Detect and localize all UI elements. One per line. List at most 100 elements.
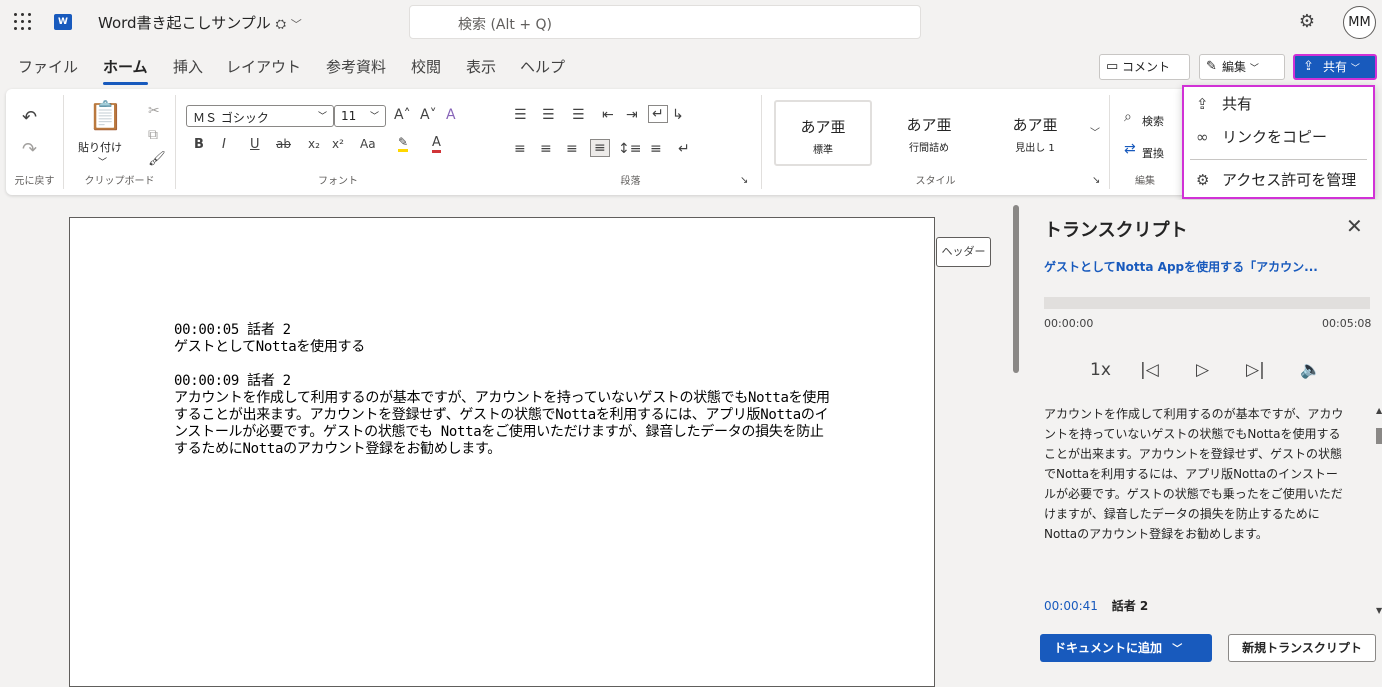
transcript-scrollbar[interactable]: ▲ ▼ [1376,400,1382,615]
app-launcher-icon[interactable] [14,13,32,31]
tab-file[interactable]: ファイル [18,56,78,77]
font-name-select[interactable]: ＭＳ ゴシック ﹀ [186,105,334,127]
style-normal[interactable]: あア亜 標準 [774,100,872,166]
word-logo-icon: W [54,14,72,30]
playback-speed-button[interactable]: 1x [1090,360,1111,380]
format-painter-icon[interactable]: 🖌 [148,151,166,167]
volume-icon[interactable]: 🔈 [1300,360,1321,380]
skip-back-icon[interactable]: |◁ [1140,360,1159,380]
rtl-icon[interactable]: ↳ [672,107,684,123]
tab-help[interactable]: ヘルプ [520,56,565,77]
ribbon: ↶ ↷ 元に戻す 📋 貼り付け ﹀ ✂ ⧉ 🖌 クリップボード フォント ＭＳ … [6,89,1373,195]
replace-icon[interactable]: ⇄ [1124,141,1136,157]
skip-forward-icon[interactable]: ▷| [1246,360,1265,380]
tab-insert[interactable]: 挿入 [173,56,203,77]
superscript-icon[interactable]: x² [332,137,344,151]
paragraph-spacing-icon[interactable]: ≡ [650,141,662,157]
entry-timestamp[interactable]: 00:00:41 [1044,599,1098,613]
increase-indent-icon[interactable]: ⇥ [626,107,638,123]
chevron-down-icon[interactable]: ﹀ [1090,124,1100,139]
copy-icon[interactable]: ⧉ [148,127,158,143]
cloud-sync-icon: ⛭ [275,17,286,32]
pane-title: トランスクリプト [1044,220,1188,241]
share-button[interactable]: ⇪ 共有 ﹀ [1293,54,1377,80]
menu-divider [1190,159,1367,160]
align-center-icon[interactable]: ≡ [540,141,552,157]
search-icon[interactable]: ⌕ [1124,109,1132,125]
undo-icon[interactable]: ↶ [22,107,37,128]
decrease-indent-icon[interactable]: ⇤ [602,107,614,123]
share-icon: ⇪ [1303,59,1314,74]
font-color-icon[interactable]: A [432,135,441,153]
gear-icon: ⚙ [1196,171,1210,189]
playback-progress-bar[interactable] [1044,297,1370,309]
tab-references[interactable]: 参考資料 [326,56,386,77]
pencil-icon: ✎ [1206,59,1217,74]
edit-mode-button[interactable]: ✎ 編集 ﹀ [1199,54,1285,80]
redo-icon[interactable]: ↷ [22,139,37,160]
dialog-launcher-icon[interactable]: ↘ [1092,175,1100,186]
cut-icon[interactable]: ✂ [148,103,160,119]
strikethrough-icon[interactable]: ab [276,137,291,151]
grow-font-icon[interactable]: A˄ [394,107,411,123]
settings-gear-icon[interactable]: ⚙ [1296,11,1318,33]
clear-formatting-icon[interactable]: A [446,107,456,123]
comment-button[interactable]: ▭ コメント [1099,54,1190,80]
document-title[interactable]: Word書き起こしサンプル ⛭ ﹀ [98,12,302,33]
numbering-icon[interactable]: ☰ [542,107,555,123]
recording-title[interactable]: ゲストとしてNotta Appを使用する「アカウン... [1044,258,1318,275]
chevron-down-icon: ﹀ [290,18,302,31]
header-tag[interactable]: ヘッダー [936,237,991,267]
tab-review[interactable]: 校閲 [411,56,441,77]
close-icon[interactable]: ✕ [1346,214,1363,238]
doc-paragraph: 00:00:09 話者 2 アカウントを作成して利用するのが基本ですが、アカウン… [174,373,830,457]
document-scrollbar[interactable] [1013,205,1019,373]
share-dropdown-menu: ⇪ 共有 ∞ リンクをコピー ⚙ アクセス許可を管理 [1182,85,1375,199]
line-spacing-icon[interactable]: ↕≡ [618,141,641,157]
style-heading-1[interactable]: あア亜 見出し 1 [986,100,1084,166]
change-case-icon[interactable]: Aa [360,137,376,151]
style-gallery: あア亜 標準 あア亜 行間詰め あア亜 見出し 1 ﹀ [772,100,1104,166]
tab-layout[interactable]: レイアウト [226,56,301,77]
tab-home[interactable]: ホーム [103,56,148,85]
ltr-icon[interactable]: ↵ [648,105,668,123]
manage-access-menu-item[interactable]: ⚙ アクセス許可を管理 [1184,165,1373,195]
add-to-document-button[interactable]: ドキュメントに追加 ﹀ [1040,634,1212,662]
title-bar: W Word書き起こしサンプル ⛭ ﹀ 検索 (Alt + Q) ⚙ MM [0,0,1382,46]
italic-icon[interactable]: I [222,137,226,152]
justify-icon[interactable]: ≡ [590,139,610,157]
transcript-pane: トランスクリプト ✕ ゲストとしてNotta Appを使用する「アカウン... … [1024,200,1382,677]
tab-view[interactable]: 表示 [466,56,496,77]
chevron-down-icon: ﹀ [1172,644,1183,655]
clipboard-group: 📋 貼り付け ﹀ ✂ ⧉ 🖌 クリップボード [64,95,176,189]
bullets-icon[interactable]: ☰ [514,107,527,123]
editing-group: ⌕ 検索 ⇄ 置換 編集 [1124,109,1164,187]
align-left-icon[interactable]: ≡ [514,141,526,157]
dialog-launcher-icon[interactable]: ↘ [740,175,748,186]
highlight-icon[interactable]: ✎ [398,135,409,152]
time-start: 00:00:00 [1044,317,1094,330]
shrink-font-icon[interactable]: A˅ [420,107,437,123]
search-box[interactable]: 検索 (Alt + Q) [409,5,921,39]
avatar[interactable]: MM [1343,6,1376,39]
play-icon[interactable]: ▷ [1196,360,1209,380]
subscript-icon[interactable]: x₂ [308,137,320,151]
document-body[interactable]: 00:00:05 話者 2 ゲストとしてNottaを使用する 00:00:09 … [174,322,834,458]
style-no-spacing[interactable]: あア亜 行間詰め [880,100,978,166]
align-right-icon[interactable]: ≡ [566,141,578,157]
chevron-down-icon[interactable]: ﹀ [98,155,107,168]
paste-icon[interactable]: 📋 [88,99,123,132]
copy-link-menu-item[interactable]: ∞ リンクをコピー [1184,122,1373,152]
bold-icon[interactable]: B [194,137,204,152]
new-transcript-button[interactable]: 新規トランスクリプト [1228,634,1376,662]
chevron-down-icon: ﹀ [1350,64,1360,74]
font-size-select[interactable]: 11 ﹀ [334,105,386,127]
share-menu-item[interactable]: ⇪ 共有 [1184,89,1373,119]
transcript-entry: 00:00:41 話者 2 [1044,597,1148,614]
multilevel-list-icon[interactable]: ☰ [572,107,585,123]
link-icon: ∞ [1196,128,1209,146]
underline-icon[interactable]: U [250,137,260,152]
share-icon: ⇪ [1196,95,1209,113]
comment-icon: ▭ [1106,59,1119,74]
show-marks-icon[interactable]: ↵ [678,141,690,157]
